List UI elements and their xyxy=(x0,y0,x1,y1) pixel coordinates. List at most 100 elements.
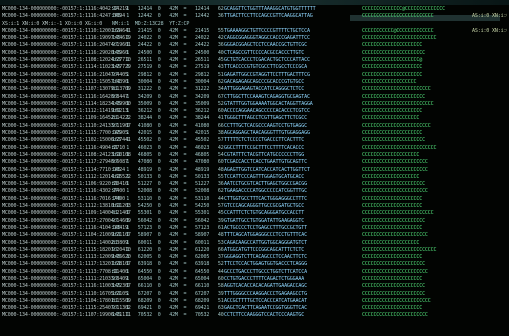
line-qual: CCCCCCCCCCCCCCCCCCCC xyxy=(362,115,420,122)
line-name: MC000-134-000000000:-00157:1:1116:4247:3… xyxy=(2,13,125,20)
line-flags: 161 1 30004 0 42M = 30004 62 xyxy=(112,78,224,85)
terminal-line: MC000-134-000000000:-00157:1:1117:27940:… xyxy=(2,159,507,166)
line-flags: 97 1 61220 0 42M = 61220 66 xyxy=(112,246,224,253)
line-seq: CGTATTTCTACGTTCATGCCCCCCTTGG xyxy=(224,151,305,158)
terminal-line: MC000-134-000000000:-00157:1:1114:11023:… xyxy=(2,64,507,71)
line-name: MC000-134-000000000:-00157:1:1116:4302:7… xyxy=(2,188,125,195)
terminal-line: MC000-134-000000000:-00157:1:1108:24123:… xyxy=(2,152,507,159)
line-seq: TGGGCTTTAGCCTCGTTGAGCTTCTCGCC xyxy=(224,115,307,122)
line-seq: GACAGAGAGCAGCCCGCACCCGTGTGCC xyxy=(224,78,305,85)
line-flags: 97 1 56042 0 42M = 56042 39 xyxy=(112,217,224,224)
line-qual: CCCCCCCCCCCCCCCCCCCCCCCCCC xyxy=(362,246,437,253)
line-flags: 145 1 62005 0 42M = 62005 37 xyxy=(112,254,224,261)
line-seq: AGGTCACACCACACAGATTGAAGACCAGC xyxy=(224,283,307,290)
line-qual: CCCCCCCCCCCCCCCCCCCCCCCCC xyxy=(362,100,434,107)
line-seq: TTTTTCTCTCCCCTGACCCTTCACTTTC xyxy=(224,137,305,144)
terminal-line: MC000-134-000000000:-00157:1:1116:21047:… xyxy=(2,72,507,79)
terminal-line: XS:i:1 XN:i:0 XM:i:-1 XO:i:0 XG:i:0 NM:i:… xyxy=(2,21,507,28)
line-seq: ACCGCTTTTGCTCCACCCATCATGAACAT xyxy=(224,297,307,304)
terminal-line: MC000-134-000000000:-00157:1:1115:25407:… xyxy=(2,305,507,312)
terminal-line: MC000-134-000000000:-00157:1:1114:18234:… xyxy=(2,101,507,108)
line-name: MC000-134-000000000:-00157:1:1116:16420:… xyxy=(2,93,128,100)
line-qual: CCCCCCCCCCCCCCCCCCCCCC xyxy=(362,137,425,144)
line-flags: 97 1 52008 0 42M = 52008 62 xyxy=(112,188,224,195)
line-flags: 81 1 31222 0 42M = 31222 34 xyxy=(112,86,224,93)
line-tags: AS:i:0 XN:i:0 xyxy=(472,13,507,20)
line-seq: CCTTTGCTCACGCCCAAGTCCTGTGAGGC xyxy=(224,122,307,129)
terminal-line: MC000-134-000000000:-00157:1:1112:11419:… xyxy=(2,108,507,115)
line-qual: CCCCCCCCCCCCCCCCCCCCC xyxy=(362,195,423,202)
terminal-line: MC000-134-000000000:-00157:1:1116:16420:… xyxy=(2,94,507,101)
terminal-line: MC000-134-000000000:-00157:1:1104:17801:… xyxy=(2,298,507,305)
line-flags: 145 1 70532 0 42M = 70532 40 xyxy=(112,312,224,319)
line-qual: CCCCCCCCCCCCCCCCCCCCCCC xyxy=(362,159,428,166)
terminal-line: MC000-134-000000000:-00157:1:1116:7016:7… xyxy=(2,196,507,203)
line-seq: AGAGTTGGTCCATCACCATCACTTGGTTCT xyxy=(224,166,310,173)
terminal-line: MC000-134-000000000:-00157:1:1116:4247:3… xyxy=(2,13,507,20)
line-flags: 145 1 48919 0 42M = 48919 48 xyxy=(112,166,224,173)
line-seq: AGCAGGAGCTAACAGGGTTTGTGGAGGAGG xyxy=(224,130,310,137)
line-flags: 145 1 24022 0 42M = 24022 42 xyxy=(112,35,224,42)
line-name: MC000-134-000000000:-00157:1:1116:4904:2… xyxy=(2,144,125,151)
terminal-line: MC000-134-000000000:-00157:1:1116:29020:… xyxy=(2,50,507,57)
line-qual: CCCCCCCCCCCCCCCCCCCCCCC xyxy=(362,232,428,239)
line-seq: CCATTTCTCTGTGCAGGGATGCCACCTT xyxy=(224,210,305,217)
line-name: MC000-134-000000000:-00157:1:1115:7700:1… xyxy=(2,130,128,137)
terminal-line: MC000-134-000000000:-00157:1:1111:21033:… xyxy=(2,276,507,283)
line-seq: CCTCTTCCAAGGGTCCACTCCCAAGTGC xyxy=(224,312,305,319)
line-name: MC000-134-000000000:-00157:1:1117:27940:… xyxy=(2,159,128,166)
line-qual: CCCCCCCCCCCCCCCCCCCC xyxy=(362,173,420,180)
line-qual: CCCCCCCCCCCCCCCCCCCCCCCCCC xyxy=(362,35,437,42)
line-flags: 97 1 29812 0 42M = 29812 51 xyxy=(112,71,224,78)
line-qual: CCCCCCCCCCCCCCCCCCCC xyxy=(362,239,420,246)
line-name: MC000-134-000000000:-00157:1:1113:7708:1… xyxy=(2,268,128,275)
terminal-line: MC000-134-000000000:-00157:1:1116:4104:1… xyxy=(2,225,507,232)
line-seq: GGGACGGAGCTCCTCCAACCGCTGTTCGC xyxy=(224,42,307,49)
line-seq: GCCCTGACCCTTGCCCTGGTCTTCATCCA xyxy=(224,268,307,275)
line-flags: 81 1 64550 0 42M = 64550 44 xyxy=(112,268,224,275)
line-flags: 161 1 67207 0 42M = 67207 39 xyxy=(112,290,224,297)
line-seq: GCTGTCACCCTCGACACTGCTCCCATTACC xyxy=(224,57,310,64)
line-flags: 97 1 24422 0 42M = 24422 36 xyxy=(112,42,224,49)
line-seq: CCTGTGACCCTTTTCAGACTCTGGGAAA xyxy=(224,275,305,282)
line-seq: TTCACCCCGTGTCGCCTTCGCCTCCCGCA xyxy=(224,64,307,71)
terminal-line: MC000-134-000000000:-00157:1:1104:21009:… xyxy=(2,232,507,239)
terminal-output[interactable]: MC000-134-000000000:-00157:1:1116:4042:1… xyxy=(2,6,507,320)
line-flags: NM:i:1 MD:Z:13C28 YT:Z:CP xyxy=(112,20,190,27)
line-flags: 145 1 12442 0 42M = 12442 36 xyxy=(112,13,224,20)
line-flags: 81 1 55301 0 42M = 55301 45 xyxy=(112,210,224,217)
line-name: MC000-134-000000000:-00157:1:1112:11419:… xyxy=(2,108,128,115)
terminal-line: MC000-134-000000000:-00157:1:1106:9220:2… xyxy=(2,181,507,188)
line-seq: ATTGGGAGAGTACCATCCAGGGCTCTCC xyxy=(224,86,305,93)
terminal-line: MC000-134-000000000:-00157:1:1108:12024:… xyxy=(2,57,507,64)
line-name: MC000-134-000000000:-00157:1:1111:21033:… xyxy=(2,275,128,282)
line-qual: CCCCCCCCCCCCCCCCCCCCC xyxy=(362,130,423,137)
terminal-line: MC000-134-000000000:-00157:1:1116:4042:1… xyxy=(2,6,507,13)
line-flags: 97 1 12414 0 42M = 12414 62 xyxy=(112,6,224,12)
line-qual: CCCCCCCCCCCCCCCCCCCCCCCCCC xyxy=(362,144,437,151)
terminal-line: MC000-134-000000000:-00157:1:1113:15057:… xyxy=(2,79,507,86)
line-qual: CCCCCCCCCCCCCCCCCCCCCCCC xyxy=(362,122,431,129)
line-name: MC000-134-000000000:-00157:1:1116:4104:1… xyxy=(2,224,128,231)
line-flags: 97 1 34209 0 42M = 34209 67 xyxy=(112,93,224,100)
line-flags: 161 1 63918 0 42M = 63918 52 xyxy=(112,261,224,268)
line-flags: 81 1 38244 0 42M = 38244 41 xyxy=(112,115,224,122)
line-qual: CCCCCCCCCCCCCCCCCCCC@ xyxy=(362,57,423,64)
terminal-line: MC000-134-000000000:-00157:1:1110:12001:… xyxy=(2,28,507,35)
terminal-line: MC000-134-000000000:-00157:1:1107:13079:… xyxy=(2,86,507,93)
line-flags: 145 1 57123 0 42M = 57123 61 xyxy=(112,224,224,231)
line-name: MC000-134-000000000:-00157:1:1106:9220:2… xyxy=(2,181,128,188)
line-flags: 163 1 45502 0 42M = 45502 57 xyxy=(112,137,224,144)
line-qual: CCCCCCCCCCCCCCCCCCCCCCCCC xyxy=(362,13,434,20)
terminal-line: MC000-134-000000000:-00157:1:1110:16705:… xyxy=(2,291,507,298)
terminal-line: MC000-134-000000000:-00157:1:1116:11003:… xyxy=(2,283,507,290)
line-qual: CCCCCCCCCCCCCCCCCCCCCC xyxy=(362,49,425,56)
line-qual: CCCCCCCCCCCCCCCCCCCCCC xyxy=(362,290,425,297)
line-name: XS:i:1 XN:i:0 XM:i:-1 XO:i:0 XG:i:0 xyxy=(2,20,103,27)
line-name: MC000-134-000000000:-00157:1:1116:29020:… xyxy=(2,49,128,56)
terminal-line: MC000-134-000000000:-00157:1:1112:14002:… xyxy=(2,240,507,247)
line-flags: 145 1 42015 0 42M = 42015 38 xyxy=(112,130,224,137)
line-name: MC000-134-000000000:-00157:1:1116:21047:… xyxy=(2,71,128,78)
terminal-line: MC000-134-000000000:-00157:1:1116:4904:2… xyxy=(2,145,507,152)
line-qual: CCCCCCCCCCCCCCCCCCCCCCC xyxy=(362,188,428,195)
